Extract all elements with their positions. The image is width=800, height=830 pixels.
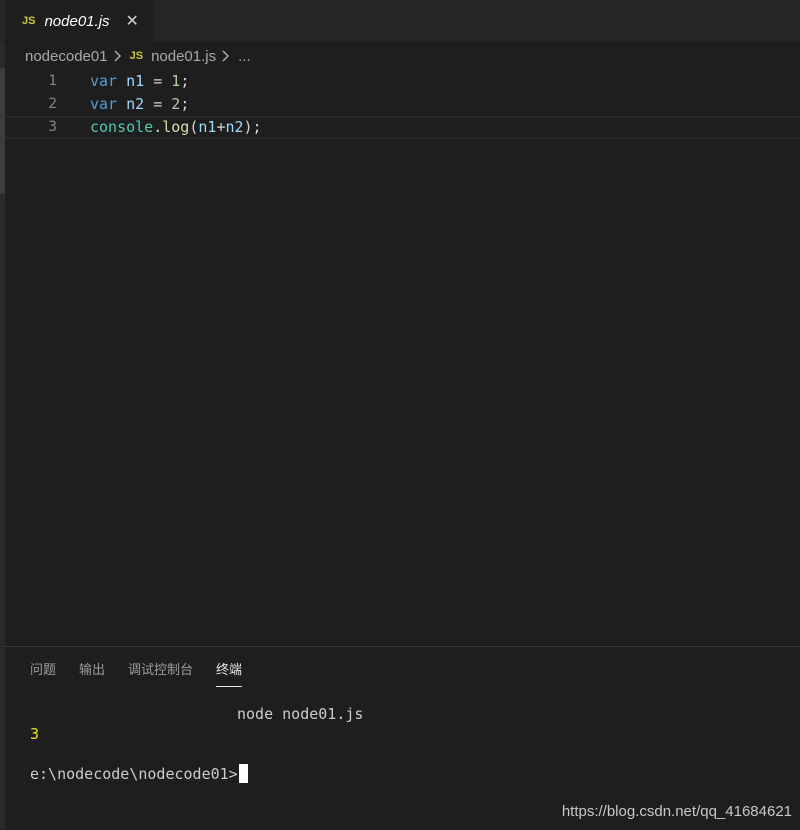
keyword-token: var: [90, 95, 118, 113]
variable-token: n2: [126, 95, 145, 113]
chevron-right-icon: [114, 50, 122, 62]
terminal-command: node node01.js: [237, 705, 364, 723]
keyword-token: var: [90, 72, 118, 90]
terminal-prompt: e:\nodecode\nodecode01>: [30, 765, 238, 783]
variable-token: n1: [126, 72, 145, 90]
variable-token: n1: [198, 118, 217, 136]
line-number: 3: [48, 119, 57, 135]
panel-tabs: 问题 输出 调试控制台 终端: [30, 659, 265, 687]
breadcrumb-more[interactable]: ...: [238, 48, 251, 65]
variable-token: n2: [225, 118, 244, 136]
terminal-prompt-line[interactable]: e:\nodecode\nodecode01>: [30, 764, 248, 784]
terminal-cursor: [238, 764, 248, 783]
operator-token: =: [144, 72, 172, 90]
tab-output[interactable]: 输出: [79, 659, 105, 687]
code-text: console.log(n1+n2);: [90, 116, 262, 139]
code-editor[interactable]: 1 var n1 = 1; 2 var n2 = 2; 3 console.lo…: [5, 70, 800, 645]
javascript-file-icon: JS: [129, 50, 144, 62]
tab-terminal[interactable]: 终端: [216, 659, 243, 687]
close-icon[interactable]: ✕: [126, 13, 139, 29]
code-line-current[interactable]: 3 console.log(n1+n2);: [5, 116, 800, 139]
editor-tab-bar: JS node01.js ✕: [0, 0, 800, 42]
number-token: 1: [171, 72, 181, 90]
code-line[interactable]: 2 var n2 = 2;: [5, 93, 800, 116]
punctuation-token: ;: [180, 95, 190, 113]
class-token: console: [90, 118, 154, 136]
function-token: log: [162, 118, 190, 136]
tab-debug-console[interactable]: 调试控制台: [128, 659, 193, 687]
breadcrumb-folder[interactable]: nodecode01: [25, 48, 108, 65]
chevron-right-icon: [222, 50, 230, 62]
code-text: var n2 = 2;: [90, 93, 189, 116]
breadcrumb-file[interactable]: node01.js: [151, 48, 216, 65]
punctuation-token: ;: [180, 72, 190, 90]
javascript-file-icon: JS: [22, 15, 36, 27]
code-text: var n1 = 1;: [90, 70, 189, 93]
operator-token: =: [144, 95, 172, 113]
number-token: 2: [171, 95, 181, 113]
watermark: https://blog.csdn.net/qq_41684621: [561, 803, 792, 820]
line-number: 1: [48, 73, 57, 89]
code-line[interactable]: 1 var n1 = 1;: [5, 70, 800, 93]
bottom-panel: 问题 输出 调试控制台 终端 node node01.js 3 e:\nodec…: [5, 646, 800, 830]
tab-label: node01.js: [44, 12, 110, 30]
breadcrumb: nodecode01 JS node01.js ...: [25, 45, 251, 67]
tab-node01-js[interactable]: JS node01.js ✕: [5, 0, 153, 42]
punctuation-token: .: [153, 118, 163, 136]
line-number: 2: [48, 96, 57, 112]
tab-problems[interactable]: 问题: [30, 659, 56, 687]
punctuation-token: );: [243, 118, 262, 136]
terminal-output: 3: [30, 725, 40, 743]
